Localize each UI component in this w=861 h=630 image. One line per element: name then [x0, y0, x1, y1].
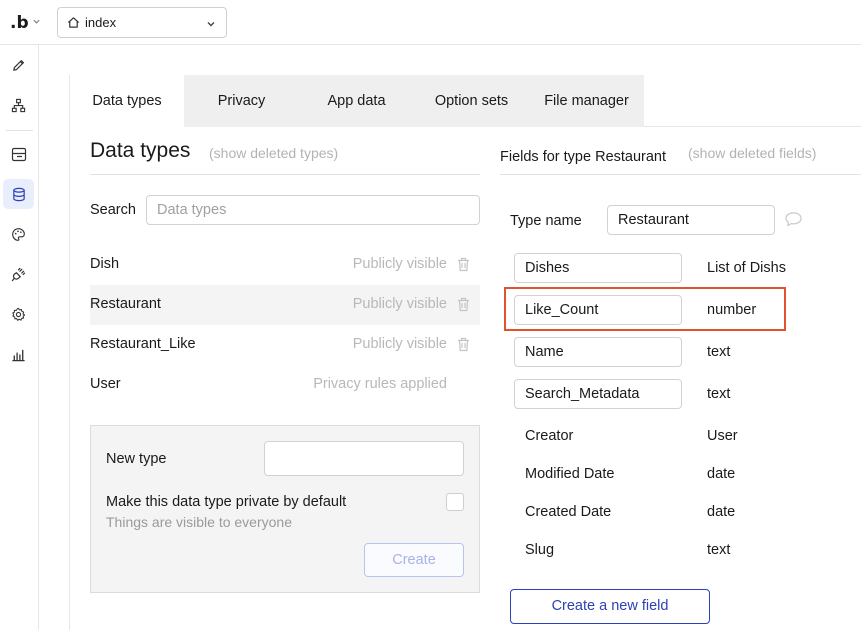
- create-type-button[interactable]: Create: [364, 543, 464, 577]
- styles-tab[interactable]: [3, 139, 34, 169]
- plugins-tab[interactable]: [3, 259, 34, 289]
- palette-icon: [12, 227, 25, 241]
- type-status: Privacy rules applied: [313, 376, 447, 392]
- tab-data-types[interactable]: Data types: [70, 75, 184, 127]
- show-deleted-types-link[interactable]: (show deleted types): [209, 145, 338, 161]
- settings-tab[interactable]: [3, 299, 34, 329]
- chevron-down-icon[interactable]: [32, 17, 41, 26]
- builtin-field-name: Modified Date: [525, 466, 615, 482]
- type-status: Publicly visible: [352, 296, 447, 312]
- appearance-tab[interactable]: [3, 219, 34, 249]
- create-new-field-button[interactable]: Create a new field: [510, 589, 710, 624]
- tab-privacy[interactable]: Privacy: [184, 75, 299, 127]
- type-status: Publicly visible: [352, 336, 447, 352]
- design-tab[interactable]: [3, 50, 34, 80]
- builtin-field-name: Created Date: [525, 504, 612, 520]
- workflow-tab[interactable]: [3, 90, 34, 120]
- new-type-label: New type: [106, 451, 167, 467]
- field-type: User: [707, 428, 738, 444]
- type-name-input[interactable]: Restaurant: [607, 205, 775, 235]
- app-logo[interactable]: .b: [10, 13, 29, 33]
- like-count-highlight: [504, 287, 786, 331]
- divider: [500, 174, 861, 175]
- page-selector-label: index: [85, 15, 117, 30]
- tab-divider: [644, 126, 861, 127]
- left-rail: [0, 45, 39, 630]
- type-name: User: [90, 376, 121, 392]
- builtin-field-name: Creator: [525, 428, 574, 444]
- trash-icon[interactable]: [457, 337, 470, 352]
- top-bar: .b index: [0, 0, 861, 45]
- trash-icon[interactable]: [457, 257, 470, 272]
- tab-bar: Data types Privacy App data Option sets …: [70, 75, 644, 127]
- sitemap-icon: [11, 98, 26, 112]
- chevron-down-icon: [207, 22, 215, 27]
- gear-icon: [12, 307, 26, 321]
- layout-icon: [11, 147, 26, 161]
- comment-icon[interactable]: [784, 211, 803, 228]
- logs-tab[interactable]: [3, 339, 34, 369]
- tab-option-sets[interactable]: Option sets: [414, 75, 529, 127]
- private-hint: Things are visible to everyone: [106, 514, 292, 530]
- search-placeholder: Data types: [157, 202, 227, 218]
- database-icon: [12, 187, 25, 201]
- plug-icon: [11, 267, 26, 281]
- field-name-input-dishes[interactable]: Dishes: [514, 253, 682, 283]
- tab-app-data[interactable]: App data: [299, 75, 414, 127]
- field-type: text: [707, 542, 731, 558]
- page-selector[interactable]: index: [57, 7, 227, 38]
- private-by-default-label: Make this data type private by default: [106, 494, 347, 510]
- type-name: Dish: [90, 256, 120, 272]
- fields-title: Fields for type Restaurant: [500, 149, 667, 165]
- search-label: Search: [90, 202, 136, 218]
- field-type: List of Dishs: [707, 260, 786, 276]
- field-type: text: [707, 344, 731, 360]
- show-deleted-fields-link[interactable]: (show deleted fields): [688, 145, 816, 161]
- chart-icon: [12, 349, 25, 361]
- tab-file-manager[interactable]: File manager: [529, 75, 644, 127]
- divider: [90, 174, 480, 175]
- type-name: Restaurant_Like: [90, 336, 196, 352]
- search-input[interactable]: Data types: [146, 195, 480, 225]
- new-type-input[interactable]: [264, 441, 464, 476]
- data-tab[interactable]: [3, 179, 34, 209]
- type-status: Publicly visible: [352, 256, 447, 272]
- pencil-icon: [13, 59, 24, 71]
- trash-icon[interactable]: [457, 297, 470, 312]
- field-type: date: [707, 504, 736, 520]
- field-name-input-name[interactable]: Name: [514, 337, 682, 367]
- builtin-field-name: Slug: [525, 542, 555, 558]
- field-name-input-search-metadata[interactable]: Search_Metadata: [514, 379, 682, 409]
- type-name-label: Type name: [510, 213, 582, 229]
- data-types-title: Data types: [90, 139, 191, 162]
- home-icon: [67, 17, 80, 28]
- field-type: date: [707, 466, 736, 482]
- private-by-default-checkbox[interactable]: [446, 493, 464, 511]
- type-name: Restaurant: [90, 296, 161, 312]
- field-type: text: [707, 386, 731, 402]
